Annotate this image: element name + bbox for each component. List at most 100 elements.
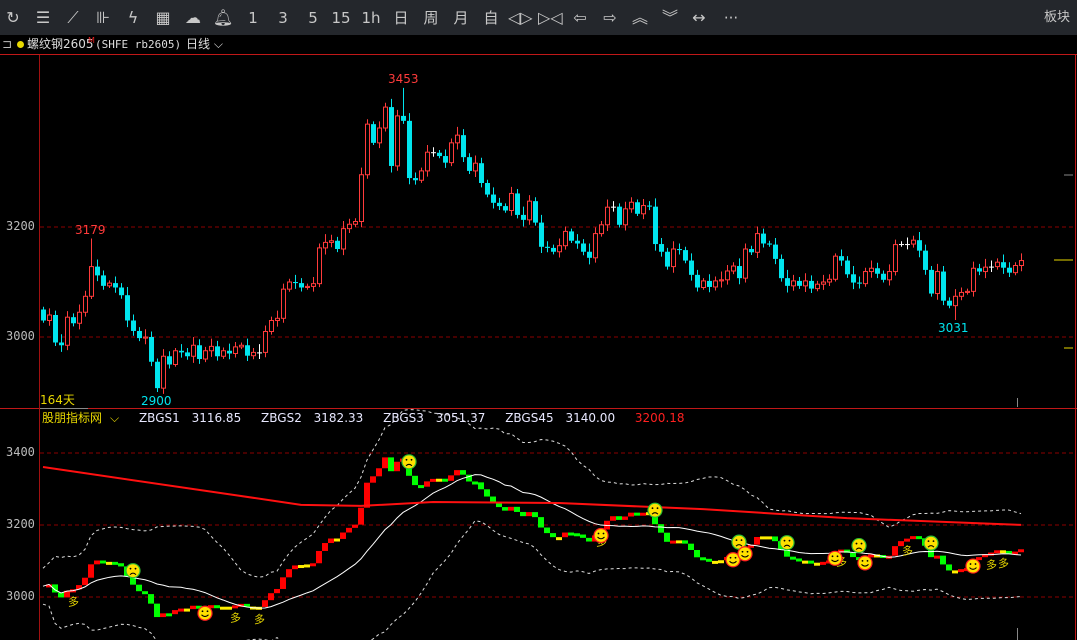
candle-body-up bbox=[311, 283, 316, 287]
candle-body-up bbox=[701, 280, 706, 288]
step-bar-up bbox=[292, 565, 298, 570]
candle-body-down bbox=[95, 266, 100, 276]
candle-body-up bbox=[983, 266, 988, 273]
candle-body-up bbox=[323, 241, 328, 249]
candle-body-up bbox=[221, 350, 226, 357]
candle-body-down bbox=[245, 345, 250, 356]
candle-body-down bbox=[131, 320, 136, 331]
candle-body-up bbox=[827, 278, 832, 283]
candle-body-down bbox=[515, 193, 520, 215]
candle-body-up bbox=[509, 192, 514, 211]
step-bar-down bbox=[502, 507, 508, 511]
candle-body-up bbox=[965, 290, 970, 293]
step-bar-down bbox=[790, 556, 796, 560]
duo-signal-label: 多 bbox=[68, 594, 79, 608]
frown-icon bbox=[401, 454, 417, 470]
candle-body-up bbox=[863, 271, 868, 285]
candle-body-down bbox=[551, 247, 556, 252]
indicator-name: 股朋指标网 bbox=[42, 411, 103, 425]
step-bar-up bbox=[628, 512, 634, 517]
frown-icon bbox=[647, 502, 663, 518]
step-bar-down bbox=[850, 552, 856, 558]
step-bar-down bbox=[616, 516, 622, 520]
candle-body-down bbox=[665, 251, 670, 267]
step-bar-up bbox=[88, 564, 94, 578]
candle-body-doji bbox=[989, 266, 994, 268]
candle-body-down bbox=[479, 163, 484, 183]
candle-body-down bbox=[503, 206, 508, 211]
step-bar-down bbox=[658, 524, 664, 533]
step-bar-up bbox=[754, 536, 760, 545]
step-bar-down bbox=[556, 537, 562, 541]
candle-body-down bbox=[785, 278, 790, 286]
candle-body-down bbox=[137, 330, 142, 339]
candle-body-up bbox=[1013, 265, 1018, 274]
step-bar-up bbox=[262, 600, 268, 607]
step-bar-down bbox=[412, 475, 418, 486]
candle-body-up bbox=[305, 285, 310, 288]
candle-body-down bbox=[647, 205, 652, 207]
step-bar-up bbox=[268, 593, 274, 601]
candle-body-down bbox=[71, 317, 76, 324]
candle-body-up bbox=[731, 265, 736, 272]
step-bar-up bbox=[610, 516, 616, 521]
candle-body-down bbox=[101, 275, 106, 286]
candle-body-up bbox=[455, 134, 460, 144]
candle-body-up bbox=[377, 127, 382, 144]
candle-body-up bbox=[275, 317, 280, 321]
candle-body-up bbox=[563, 230, 568, 247]
ind-y-tick-3000: 3000 bbox=[6, 589, 35, 603]
local-low-label: 3031 bbox=[938, 321, 969, 335]
candle-body-up bbox=[65, 316, 70, 346]
step-bar-down bbox=[574, 533, 580, 537]
step-bar-up bbox=[364, 482, 370, 508]
candle-body-up bbox=[743, 248, 748, 279]
candle-body-down bbox=[977, 268, 982, 272]
candle-body-up bbox=[329, 240, 334, 243]
frown-icon bbox=[851, 537, 867, 554]
step-bar-down bbox=[664, 532, 670, 542]
chart-canvas[interactable]: 多多多多多多多多 bbox=[0, 0, 1077, 640]
step-bar-down bbox=[418, 485, 424, 489]
candle-body-down bbox=[545, 246, 550, 248]
step-bar-up bbox=[1018, 549, 1024, 553]
candle-body-up bbox=[425, 151, 430, 172]
step-bar-down bbox=[148, 594, 154, 604]
candle-body-up bbox=[383, 106, 388, 129]
step-bar-up bbox=[562, 532, 568, 538]
candle-body-down bbox=[581, 243, 586, 252]
candle-body-up bbox=[959, 291, 964, 297]
candle-body-up bbox=[359, 174, 364, 222]
candle-body-up bbox=[347, 223, 352, 230]
step-bar-up bbox=[454, 470, 460, 476]
step-bar-up bbox=[304, 564, 310, 568]
candle-body-down bbox=[707, 280, 712, 287]
step-bar-up bbox=[904, 538, 910, 542]
candle-body-doji bbox=[905, 244, 910, 246]
step-bar-up bbox=[328, 538, 334, 544]
step-bar-down bbox=[550, 533, 556, 538]
candle-body-up bbox=[623, 208, 628, 226]
candle-body-up bbox=[953, 295, 958, 307]
candle-body-down bbox=[497, 202, 502, 207]
step-bar-down bbox=[184, 608, 190, 612]
high-price-label: 3453 bbox=[388, 72, 419, 86]
candle-body-down bbox=[467, 157, 472, 171]
step-bar-down bbox=[706, 558, 712, 562]
step-bar-up bbox=[436, 478, 442, 482]
step-bar-down bbox=[472, 481, 478, 485]
candle-body-up bbox=[869, 267, 874, 273]
candle-body-down bbox=[941, 271, 946, 301]
zbgs3-value: ZBGS3 3051.37 bbox=[383, 411, 486, 425]
candle-body-down bbox=[41, 309, 46, 321]
candle-body-up bbox=[1019, 260, 1024, 266]
candle-body-down bbox=[809, 280, 814, 289]
candle-body-down bbox=[929, 269, 934, 294]
candle-body-up bbox=[815, 283, 820, 290]
indicator-selector[interactable]: 股朋指标网 ⌵ bbox=[42, 411, 127, 425]
step-bar-up bbox=[358, 507, 364, 525]
candle-body-down bbox=[1001, 262, 1006, 268]
zbgs2-value: ZBGS2 3182.33 bbox=[261, 411, 364, 425]
step-bar-down bbox=[700, 557, 706, 561]
step-bar-down bbox=[484, 489, 490, 497]
